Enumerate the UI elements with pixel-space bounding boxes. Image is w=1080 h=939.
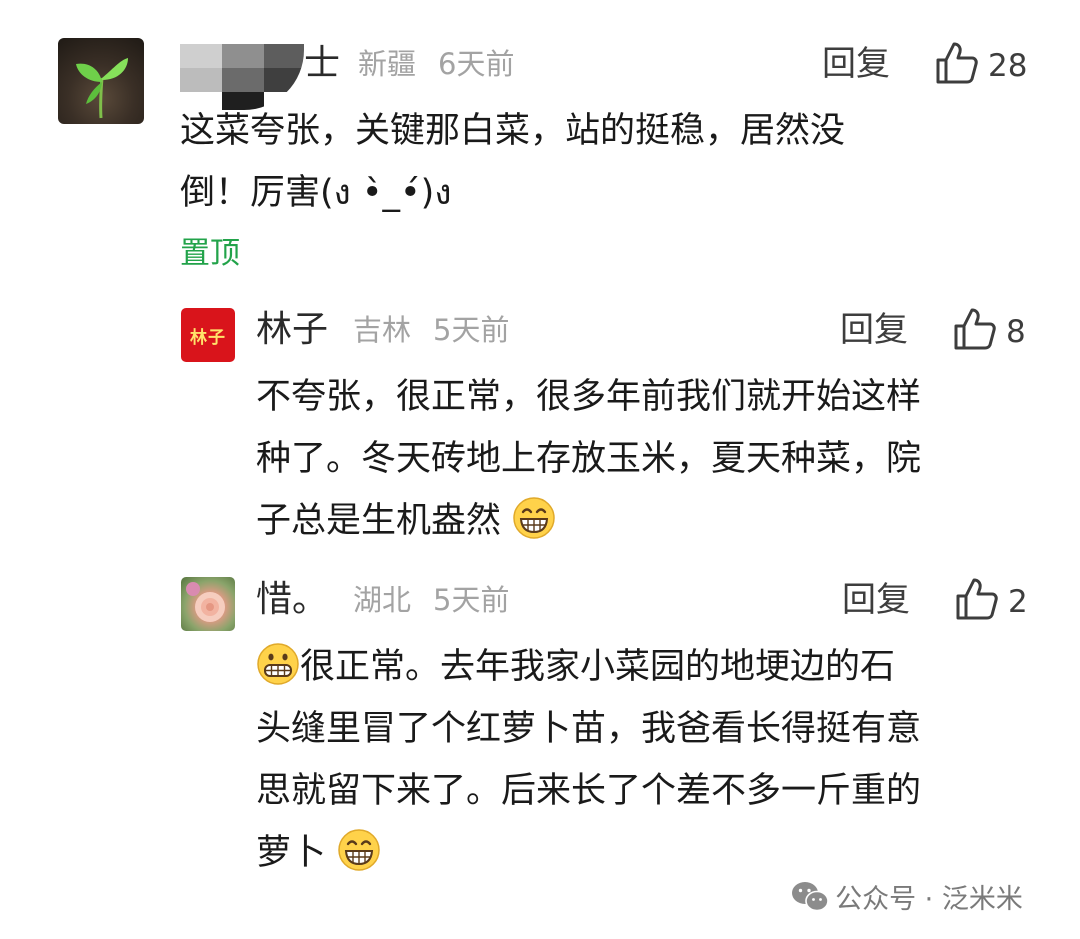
rose-avatar-image xyxy=(186,582,225,622)
like-button[interactable] xyxy=(952,306,998,356)
comment-text-line: 思就留下来了。后来长了个差不多一斤重的 xyxy=(256,771,922,811)
avatar[interactable]: 林子 xyxy=(181,308,235,362)
location: 吉林 xyxy=(353,313,412,347)
username[interactable]: 林子 xyxy=(256,308,328,352)
like-button[interactable] xyxy=(954,576,1000,626)
comment-text-segment: 子总是生机盎然 xyxy=(256,501,502,541)
like-button[interactable] xyxy=(934,40,980,90)
thumbs-up-icon xyxy=(954,308,996,350)
comment-text-line: 这菜夸张，关键那白菜，站的挺稳，居然没 xyxy=(180,111,846,151)
pinned-label: 置顶 xyxy=(180,236,240,271)
grinning-emoji-icon xyxy=(338,829,380,871)
comment-text-line: 子总是生机盎然 xyxy=(256,490,556,552)
comment-text-line: 萝卜 xyxy=(256,822,381,884)
timestamp: 5天前 xyxy=(433,583,510,617)
comment-text-segment: 很正常。去年我家小菜园的地埂边的石 xyxy=(300,647,896,687)
comment-text-segment: 萝卜 xyxy=(256,833,327,873)
timestamp: 5天前 xyxy=(433,313,510,347)
comment-text-line: 不夸张，很正常，很多年前我们就开始这样 xyxy=(256,377,922,417)
comment-text-line: 倒！厉害(ง •̀_•́)ง xyxy=(180,173,452,213)
location: 湖北 xyxy=(353,583,412,617)
watermark-text: 公众号 · 泛米米 xyxy=(835,884,1023,915)
grimacing-emoji-icon xyxy=(257,643,299,685)
reply-button[interactable]: 回复 xyxy=(840,308,908,352)
wechat-icon xyxy=(792,882,829,912)
avatar-text: 林子 xyxy=(190,327,226,348)
timestamp: 6天前 xyxy=(438,47,515,81)
comment-text-line: 很正常。去年我家小菜园的地埂边的石 xyxy=(256,636,895,698)
like-count: 2 xyxy=(1008,584,1028,620)
grinning-emoji-icon xyxy=(513,497,555,539)
like-count: 8 xyxy=(1006,314,1026,350)
username[interactable]: 惜。 xyxy=(256,578,328,622)
username[interactable]: 士 xyxy=(304,42,340,86)
like-count: 28 xyxy=(988,48,1028,84)
thumbs-up-icon xyxy=(956,578,998,620)
reply-button[interactable]: 回复 xyxy=(842,578,910,622)
location: 新疆 xyxy=(358,47,417,81)
avatar[interactable] xyxy=(58,38,144,124)
watermark: 公众号 · 泛米米 xyxy=(790,880,1023,918)
avatar[interactable] xyxy=(181,577,235,631)
comment-text-line: 头缝里冒了个红萝卜苗，我爸看长得挺有意 xyxy=(256,709,922,749)
thumbs-up-icon xyxy=(936,42,978,84)
seedling-avatar-image xyxy=(76,58,128,119)
comment-text-line: 种了。冬天砖地上存放玉米，夏天种菜，院 xyxy=(256,439,922,479)
reply-button[interactable]: 回复 xyxy=(822,42,890,86)
